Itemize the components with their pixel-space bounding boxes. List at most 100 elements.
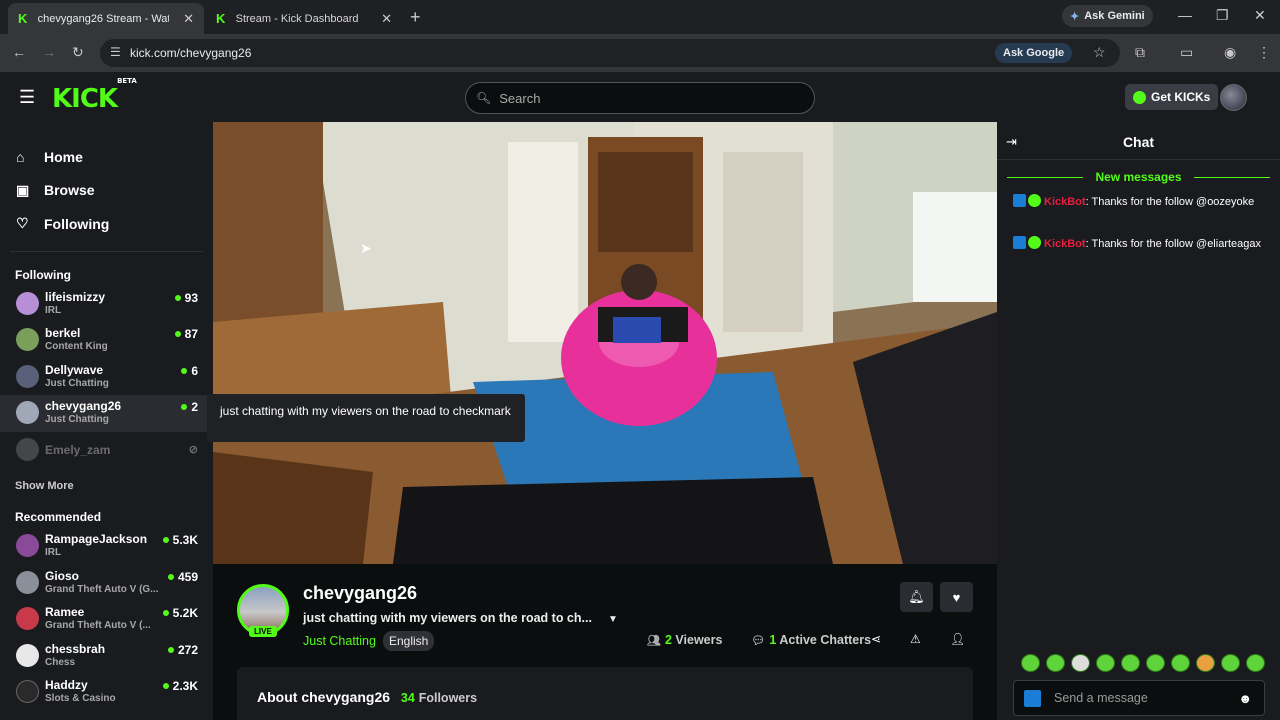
nav-label: Home xyxy=(44,148,83,165)
notification-bell-button[interactable]: 🔔︎ xyxy=(900,582,933,612)
site-info-icon[interactable]: ☰ xyxy=(110,45,121,59)
emote-icon[interactable] xyxy=(1071,654,1090,672)
chatters-label: Active Chatters xyxy=(779,633,872,647)
viewer-count-value: 2.3K xyxy=(172,679,198,693)
following-channel-berkel[interactable]: berkel Content King 87 xyxy=(0,322,213,359)
recommended-channel-chessbrah[interactable]: chessbrah Chess 272 xyxy=(0,638,213,675)
recommended-channel-gioso[interactable]: Gioso Grand Theft Auto V (G... 459 xyxy=(0,565,213,602)
avatar xyxy=(16,364,39,388)
ask-google-button[interactable]: Ask Google xyxy=(995,43,1073,63)
language-tag[interactable]: English xyxy=(383,631,435,651)
followers-count: 34 xyxy=(400,691,415,705)
close-tab-icon[interactable]: ✕ xyxy=(381,11,392,27)
cast-icon[interactable]: ▭ xyxy=(1180,44,1193,61)
live-dot-icon xyxy=(162,537,169,543)
user-add-icon[interactable]: 👤︎ xyxy=(950,632,965,646)
heart-icon: ♡ xyxy=(16,215,29,232)
kick-badge-icon xyxy=(1024,690,1041,707)
emote-icon[interactable] xyxy=(1046,654,1065,672)
offline-icon: ⊘ xyxy=(188,443,198,456)
kick-logo[interactable]: KICKBETA xyxy=(52,77,137,114)
get-kicks-label: Get KICKs xyxy=(1151,90,1211,104)
emote-icon[interactable] xyxy=(1121,654,1140,672)
chat-panel: ⇥ Chat New messages KickBot: Thanks for … xyxy=(997,122,1280,720)
category-link[interactable]: Just Chatting xyxy=(303,634,376,648)
emote-icon[interactable] xyxy=(1246,654,1265,672)
report-warning-icon[interactable]: ⚠ xyxy=(910,632,921,646)
hamburger-menu-icon[interactable]: ☰ xyxy=(19,88,35,106)
chat-username[interactable]: KickBot xyxy=(1044,238,1086,250)
recommended-channel-haddzy[interactable]: Haddzy Slots & Casino 2.3K xyxy=(0,674,213,711)
recommended-channel-rampagejackson[interactable]: RampageJackson IRL 5.3K xyxy=(0,528,213,565)
forward-arrow-icon[interactable]: → xyxy=(42,44,56,60)
following-channel-lifeismizzy[interactable]: lifeismizzy IRL 93 xyxy=(0,286,213,323)
stream-title-text: just chatting with my viewers on the roa… xyxy=(303,611,592,625)
reload-icon[interactable]: ↻ xyxy=(72,44,84,61)
sidebar-item-following[interactable]: ♡ Following xyxy=(0,207,213,241)
following-channel-dellywave[interactable]: Dellywave Just Chatting 6 xyxy=(0,359,213,396)
viewer-count-value: 87 xyxy=(184,327,198,341)
viewer-count: 272 xyxy=(167,643,198,657)
emote-icon[interactable] xyxy=(1196,654,1215,672)
site-header: ☰ KICKBETA 🔍︎ Search Get KICKs xyxy=(0,72,1280,122)
follow-heart-button[interactable]: ♥ xyxy=(940,582,973,612)
avatar xyxy=(16,328,39,351)
channel-category: Slots & Casino xyxy=(45,693,116,704)
emote-icon[interactable] xyxy=(1146,654,1165,672)
viewer-count-value: 5.2K xyxy=(172,606,198,620)
chevron-down-icon[interactable]: ▼ xyxy=(608,614,618,625)
back-arrow-icon[interactable]: ← xyxy=(12,44,26,60)
emote-icon[interactable] xyxy=(1096,654,1115,672)
avatar xyxy=(16,534,39,557)
stream-title[interactable]: just chatting with my viewers on the roa… xyxy=(303,611,618,625)
viewer-count-value: 459 xyxy=(177,569,198,584)
share-icon[interactable]: ⋖ xyxy=(871,632,881,646)
browser-tab-dashboard[interactable]: K Stream - Kick Dashboard ✕ xyxy=(206,3,402,34)
profile-icon[interactable]: ◉ xyxy=(1224,44,1236,61)
restore-window-icon[interactable]: ❐ xyxy=(1216,7,1229,24)
get-kicks-button[interactable]: Get KICKs xyxy=(1125,84,1219,110)
avatar xyxy=(16,680,39,703)
chat-message-input[interactable]: Send a message ☻ xyxy=(1013,680,1265,716)
new-tab-button[interactable]: + xyxy=(410,7,421,28)
recommended-channel-ramee[interactable]: Ramee Grand Theft Auto V (... 5.2K xyxy=(0,601,213,638)
sidebar-item-home[interactable]: ⌂ Home xyxy=(0,140,213,174)
verified-badge-icon xyxy=(1028,236,1041,249)
address-bar[interactable]: ☰ kick.com/chevygang26 xyxy=(100,39,1120,67)
viewer-count: 6 xyxy=(181,364,198,378)
following-channel-chevygang26[interactable]: chevygang26 Just Chatting 2 xyxy=(0,395,213,432)
chat-username[interactable]: KickBot xyxy=(1044,196,1086,208)
emote-icon[interactable] xyxy=(1171,654,1190,672)
emoji-picker-icon[interactable]: ☻ xyxy=(1238,691,1252,706)
live-dot-icon xyxy=(162,610,169,616)
following-channel-emely-zam[interactable]: Emely_zam ⊘ xyxy=(0,432,213,469)
emote-icon[interactable] xyxy=(1221,654,1240,672)
video-player[interactable] xyxy=(213,122,997,564)
chatters-count: 1 xyxy=(769,633,777,647)
avatar xyxy=(16,291,39,315)
channel-name-title[interactable]: chevygang26 xyxy=(303,583,417,604)
bookmark-star-icon[interactable]: ☆ xyxy=(1093,44,1106,61)
user-avatar[interactable] xyxy=(1220,84,1247,111)
search-input[interactable]: 🔍︎ Search xyxy=(465,82,815,114)
close-window-icon[interactable]: ✕ xyxy=(1254,7,1266,24)
chat-message-text: : Thanks for the follow @eliarteagax xyxy=(1085,238,1262,250)
recommended-heading: Recommended xyxy=(15,510,102,524)
browser-tab-stream[interactable]: K chevygang26 Stream - Watch Live ✕ xyxy=(8,3,204,34)
viewer-count-value: 6 xyxy=(191,363,198,378)
ask-gemini-button[interactable]: ✦ Ask Gemini xyxy=(1062,5,1153,27)
following-heading: Following xyxy=(15,267,71,282)
beta-badge: BETA xyxy=(117,77,137,86)
viewer-count-value: 5.3K xyxy=(172,533,198,547)
minimize-window-icon[interactable]: — xyxy=(1178,7,1192,23)
emote-icon[interactable] xyxy=(1021,654,1040,672)
close-tab-icon[interactable]: ✕ xyxy=(183,11,194,27)
extensions-icon[interactable]: ⧉ xyxy=(1135,44,1145,61)
avatar xyxy=(16,570,39,594)
menu-kebab-icon[interactable]: ⋮ xyxy=(1257,44,1271,61)
tab-title: chevygang26 Stream - Watch Live xyxy=(37,12,169,25)
new-messages-divider[interactable]: New messages xyxy=(1007,170,1270,188)
show-more-button[interactable]: Show More xyxy=(0,468,213,500)
sidebar-item-browse[interactable]: ▣ Browse xyxy=(0,174,213,208)
viewer-count: 93 xyxy=(174,291,198,305)
